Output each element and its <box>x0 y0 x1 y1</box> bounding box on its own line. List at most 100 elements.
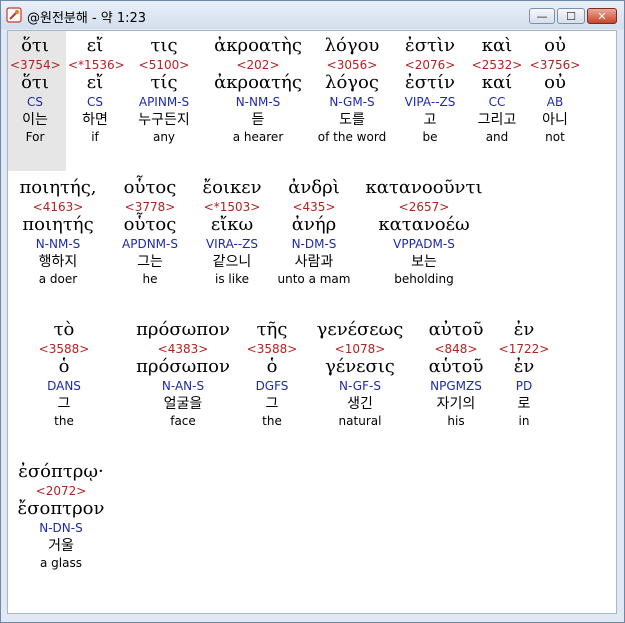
strong-number: <848> <box>434 342 478 356</box>
word-token[interactable]: κατανοοῦντι <2657> κατανοέω VPPADM-S 보는 … <box>360 177 488 287</box>
greek-word: ἐσόπτρῳ· <box>18 461 104 482</box>
strong-number: <3588> <box>246 342 298 356</box>
lexical-form: ὁ <box>58 356 70 377</box>
word-token[interactable]: ἐστὶν <2076> ἐστίν VIPA--ZS 고 be <box>394 35 466 145</box>
parsing-code: NPGMZS <box>430 379 482 393</box>
word-token[interactable]: ἀκροατὴς <202> ἀκροατής N-NM-S 듣 a heare… <box>206 35 310 145</box>
korean-gloss: 그는 <box>137 254 163 270</box>
word-token[interactable]: ποιητής, <4163> ποιητής N-NM-S 행하지 a doe… <box>10 177 106 287</box>
korean-gloss: 사람과 <box>294 254 334 270</box>
korean-gloss: 얼굴을 <box>163 396 203 412</box>
english-gloss: the <box>54 414 74 428</box>
parsing-code: VIRA--ZS <box>205 237 259 251</box>
english-gloss: is like <box>215 272 249 286</box>
word-token[interactable]: πρόσωπον <4383> πρόσωπον N-AN-S 얼굴을 face <box>130 319 236 429</box>
greek-word: αὐτοῦ <box>428 319 484 340</box>
maximize-icon: ☐ <box>566 9 576 23</box>
korean-gloss: 자기의 <box>436 396 476 412</box>
korean-gloss: 도를 <box>339 112 365 128</box>
korean-gloss: 행하지 <box>38 254 78 270</box>
english-gloss: his <box>447 414 465 428</box>
greek-word: λόγου <box>324 35 380 56</box>
word-token[interactable]: ἔοικεν <*1503> εἴκω VIRA--ZS 같으니 is like <box>192 177 272 287</box>
english-gloss: be <box>422 130 438 144</box>
strong-number: <*1536> <box>68 58 125 72</box>
strong-number: <435> <box>292 200 336 214</box>
lexical-form: πρόσωπον <box>136 356 230 377</box>
word-token[interactable]: γενέσεως <1078> γένεσις N-GF-S 생긴 natura… <box>304 319 416 429</box>
korean-gloss: 하면 <box>82 112 108 128</box>
strong-number: <1722> <box>498 342 550 356</box>
parsing-code: DGFS <box>255 379 289 393</box>
maximize-button[interactable]: ☐ <box>557 8 585 24</box>
lexical-form: ἔσοπτρον <box>17 498 105 519</box>
word-token[interactable]: ἐσόπτρῳ· <2072> ἔσοπτρον N-DN-S 거울 a gla… <box>10 461 112 571</box>
korean-gloss: 거울 <box>48 538 74 554</box>
word-token[interactable]: ἐν <1722> ἐν PD 로 in <box>498 319 550 429</box>
korean-gloss: 로 <box>517 396 531 412</box>
greek-word: ποιητής, <box>19 177 97 198</box>
english-gloss: and <box>485 130 509 144</box>
greek-word: εἴ <box>86 35 104 56</box>
parsing-code: AB <box>546 95 564 109</box>
english-gloss: a hearer <box>232 130 284 144</box>
lexical-form: ἀκροατής <box>214 72 302 93</box>
word-token[interactable]: ἀνδρὶ <435> ἀνήρ N-DM-S 사람과 unto a mam <box>274 177 354 287</box>
korean-gloss: 같으니 <box>212 254 252 270</box>
parsing-code: APINM-S <box>138 95 190 109</box>
interlinear-panel[interactable]: ὅτι <3754> ὅτι CS 이는 For εἴ <*1536> εἴ C… <box>7 30 617 614</box>
english-gloss: of the word <box>317 130 387 144</box>
strong-number: <2657> <box>398 200 450 214</box>
word-token[interactable]: λόγου <3056> λόγος N-GM-S 도를 of the word <box>314 35 390 145</box>
word-token[interactable]: ὅτι <3754> ὅτι CS 이는 For <box>10 35 61 145</box>
lexical-form: ὁ <box>266 356 278 377</box>
strong-number: <3754> <box>10 58 61 72</box>
greek-word: τις <box>150 35 178 56</box>
lexical-form: λόγος <box>325 72 379 93</box>
app-window: @원전분해 - 약 1:23 — ☐ ✕ ὅτι <3754> ὅτι CS 이… <box>0 0 625 623</box>
window-right-edge <box>617 30 623 616</box>
lexical-form: εἴ <box>86 72 104 93</box>
close-button[interactable]: ✕ <box>587 8 617 24</box>
strong-number: <4383> <box>157 342 209 356</box>
word-token[interactable]: τὸ <3588> ὁ DANS 그 the <box>30 319 98 429</box>
english-gloss: a doer <box>38 272 78 286</box>
word-token[interactable]: τῆς <3588> ὁ DGFS 그 the <box>244 319 300 429</box>
korean-gloss: 그 <box>57 396 71 412</box>
lexical-form: ὅτι <box>21 72 49 93</box>
strong-number: <3756> <box>529 58 581 72</box>
lexical-form: γένεσις <box>325 356 395 377</box>
parsing-code: PD <box>515 379 533 393</box>
word-token[interactable]: αὐτοῦ <848> αὑτοῦ NPGMZS 자기의 his <box>420 319 492 429</box>
english-gloss: face <box>170 414 196 428</box>
parsing-code: APDNM-S <box>122 237 178 251</box>
parsing-code: N-GM-S <box>329 95 375 109</box>
parsing-code: N-DN-S <box>39 521 83 535</box>
english-gloss: natural <box>338 414 382 428</box>
word-token[interactable]: οὗτος <3778> οὗτος APDNM-S 그는 he <box>112 177 188 287</box>
english-gloss: any <box>152 130 176 144</box>
greek-word: ἀκροατὴς <box>214 35 302 56</box>
greek-word: καὶ <box>481 35 513 56</box>
lexical-form: ἐν <box>513 356 535 377</box>
word-token[interactable]: εἴ <*1536> εἴ CS 하면 if <box>68 35 125 145</box>
parsing-code: CS <box>87 95 103 109</box>
greek-word: κατανοοῦντι <box>365 177 483 198</box>
minimize-button[interactable]: — <box>529 8 555 24</box>
strong-number: <2532> <box>471 58 523 72</box>
word-token[interactable]: καὶ <2532> καί CC 그리고 and <box>470 35 524 145</box>
close-icon: ✕ <box>597 9 607 23</box>
word-token[interactable]: τις <5100> τίς APINM-S 누구든지 any <box>132 35 196 145</box>
title-bar[interactable]: @원전분해 - 약 1:23 — ☐ ✕ <box>1 1 624 29</box>
lexical-form: οὐ <box>544 72 566 93</box>
word-token[interactable]: οὐ <3756> οὐ AB 아니 not <box>528 35 582 145</box>
lexical-form: οὗτος <box>123 214 177 235</box>
parsing-code: VIPA--ZS <box>404 95 456 109</box>
lexical-form: ἀνήρ <box>291 214 337 235</box>
lexical-form: αὑτοῦ <box>428 356 484 377</box>
english-gloss: not <box>545 130 565 144</box>
english-gloss: the <box>262 414 282 428</box>
korean-gloss: 생긴 <box>347 396 373 412</box>
greek-word: ἔοικεν <box>202 177 262 198</box>
greek-word: οὐ <box>544 35 566 56</box>
